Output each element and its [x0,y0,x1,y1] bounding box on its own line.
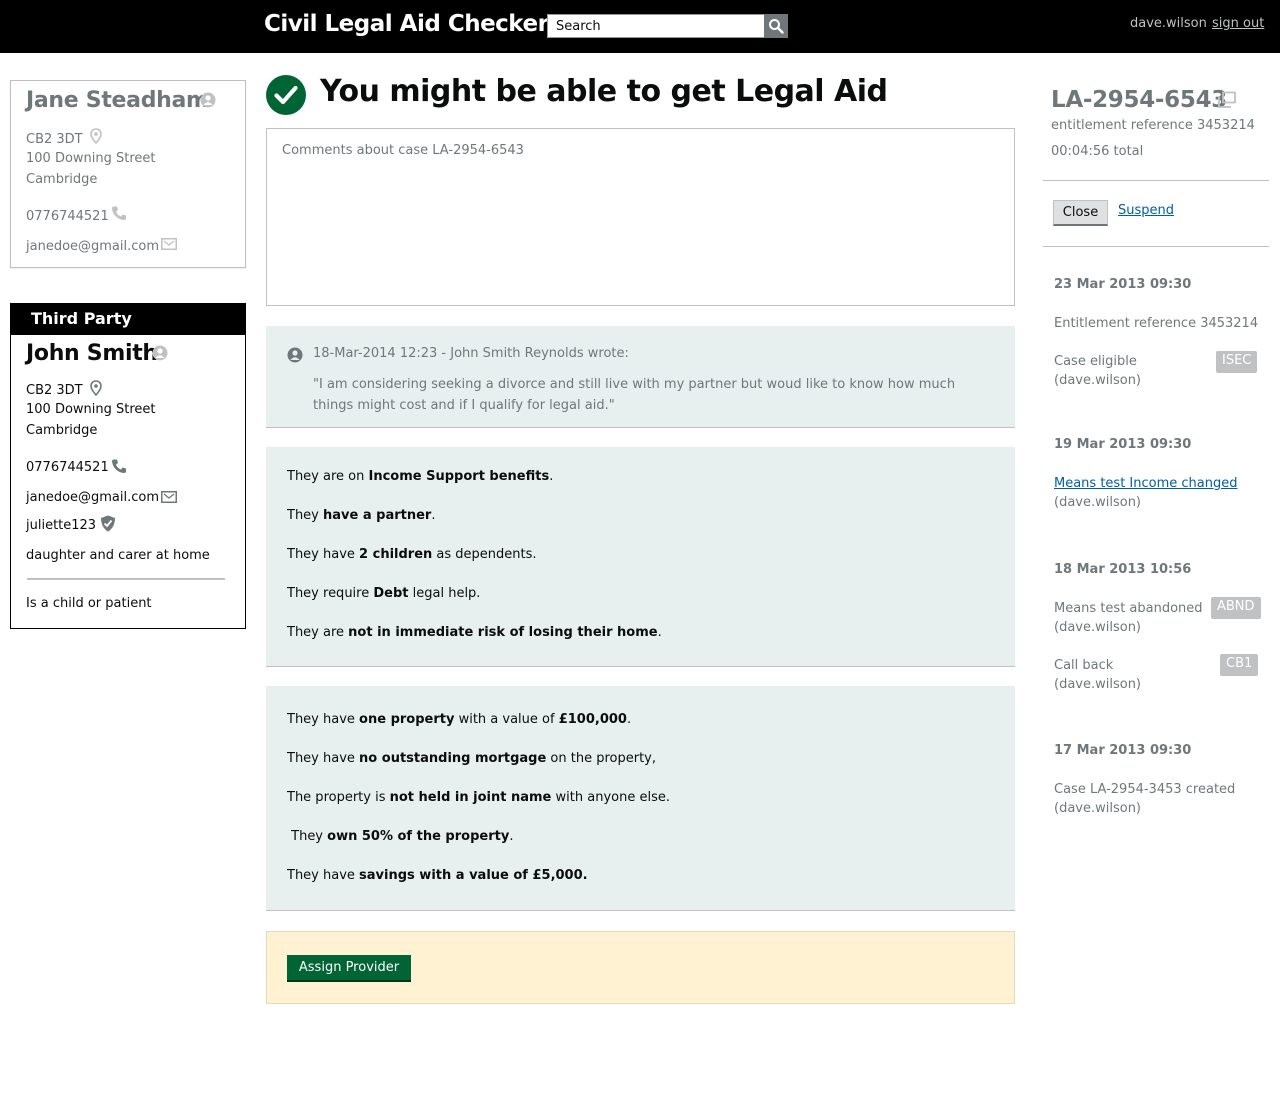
timeline-entry: Call back (dave.wilson) [1054,658,1142,692]
note-quote: "I am considering seeking a divorce and … [313,377,956,413]
map-pin-icon [90,380,102,396]
timeline-entry: Means test Income changed (dave.wilson) [1054,476,1238,510]
client-card: Jane Steadham CB2 3DT 100 Downing Street… [10,80,246,268]
tick-icon [274,85,298,105]
third-party-status: Is a child or patient [26,596,152,611]
third-party-email[interactable]: janedoe@gmail.com [26,487,159,508]
third-party-name: John Smith [26,341,158,366]
assign-provider-panel: Assign Provider [266,931,1015,1004]
third-party-relationship: daughter and carer at home [26,548,210,563]
app-title[interactable]: Civil Legal Aid Checker [264,11,549,37]
current-user: dave.wilson [1130,16,1207,31]
case-note: 18-Mar-2014 12:23 - John Smith Reynolds … [266,326,1015,428]
status-badge: ISEC [1216,351,1258,373]
case-reference: LA-2954-6543 [1051,87,1227,113]
status-badge: CB1 [1220,654,1259,676]
third-party-phone[interactable]: 0776744521 [26,457,109,478]
fact-item: The property is not held in joint name w… [287,790,670,805]
fact-item: They have no outstanding mortgage on the… [287,751,657,766]
fact-item: They are on Income Support benefits. [287,469,554,484]
phone-icon [112,459,126,473]
mail-icon [161,491,177,503]
copy-icon[interactable] [1217,91,1237,109]
assign-provider-button[interactable]: Assign Provider [287,955,411,982]
eligible-tick-badge [266,75,306,115]
client-postcode: CB2 3DT [26,132,83,147]
divider [27,578,225,580]
entitlement-reference: entitlement reference 3453214 [1051,118,1255,133]
timeline-date: 18 Mar 2013 10:56 [1054,562,1192,577]
note-meta: 18-Mar-2014 12:23 - John Smith Reynolds … [313,346,629,361]
timeline-link[interactable]: Means test Income changed [1054,476,1238,491]
timeline-date: 19 Mar 2013 09:30 [1054,437,1192,452]
third-party-street: 100 Downing Street [26,402,156,417]
suspend-case-link[interactable]: Suspend [1118,203,1174,218]
case-comments-field[interactable] [266,128,1015,306]
timeline-date: 23 Mar 2013 09:30 [1054,277,1192,292]
fact-item: They have savings with a value of £5,000… [287,868,588,883]
status-badge: ABND [1211,597,1261,619]
third-party-city: Cambridge [26,423,98,438]
client-email[interactable]: janedoe@gmail.com [26,236,159,257]
third-party-heading: Third Party [11,304,245,335]
timeline-entry: Case eligible (dave.wilson) [1054,354,1142,388]
fact-item: They own 50% of the property. [287,829,514,844]
third-party-card: Third Party John Smith CB2 3DT 100 Downi… [10,303,246,629]
sign-out-link[interactable]: sign out [1212,16,1264,31]
client-phone[interactable]: 0776744521 [26,206,109,227]
search-button[interactable] [764,14,788,38]
third-party-username: juliette123 [26,518,97,533]
circumstances-panel: They are on Income Support benefits. The… [266,447,1015,667]
close-case-button[interactable]: Close [1053,200,1108,226]
search-input[interactable] [547,14,765,38]
divider [1043,180,1269,181]
map-pin-icon [90,128,102,144]
phone-icon [112,206,126,220]
divider [1043,246,1269,247]
top-bar: Civil Legal Aid Checker dave.wilson sign… [0,0,1280,53]
timeline-entry: Means test abandoned (dave.wilson) [1054,601,1203,635]
shield-icon [101,515,115,532]
third-party-postcode: CB2 3DT [26,383,83,398]
property-panel: They have one property with a value of £… [266,686,1015,911]
client-name: Jane Steadham [26,88,209,113]
user-icon [200,92,216,108]
timeline-entry: Case LA-2954-3453 created (dave.wilson) [1054,782,1236,816]
fact-item: They have one property with a value of £… [287,712,632,727]
client-city: Cambridge [26,172,98,187]
user-icon [287,347,303,363]
user-icon [152,345,168,361]
fact-item: They have 2 children as dependents. [287,547,537,562]
timeline-entry: Entitlement reference 3453214 [1054,316,1259,331]
page-title: You might be able to get Legal Aid [320,74,888,109]
client-street: 100 Downing Street [26,151,156,166]
fact-item: They require Debt legal help. [287,586,481,601]
search-icon [769,19,784,34]
mail-icon [161,238,177,250]
fact-item: They have a partner. [287,508,436,523]
case-total-time: 00:04:56 total [1051,144,1144,159]
timeline-date: 17 Mar 2013 09:30 [1054,743,1192,758]
fact-item: They are not in immediate risk of losing… [287,625,662,640]
